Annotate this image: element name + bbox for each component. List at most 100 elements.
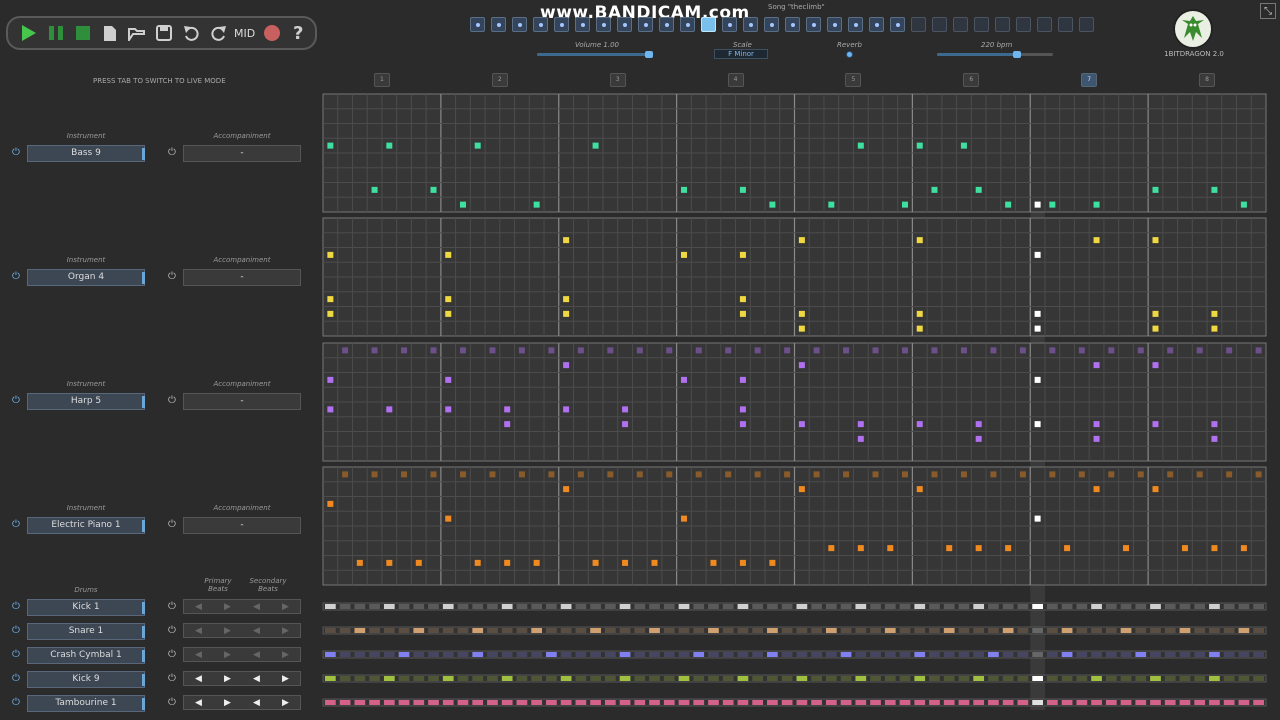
drum-step[interactable] xyxy=(560,676,572,681)
drum-step[interactable] xyxy=(1032,652,1043,657)
note[interactable] xyxy=(798,237,805,244)
drum-step[interactable] xyxy=(516,700,528,705)
drum-step[interactable] xyxy=(811,676,822,681)
drum-step[interactable] xyxy=(1076,676,1088,681)
drum-step[interactable] xyxy=(1253,652,1264,657)
drum-step[interactable] xyxy=(325,604,336,609)
drum-step[interactable] xyxy=(634,604,646,609)
drum-step[interactable] xyxy=(1046,604,1058,609)
drum-step[interactable] xyxy=(811,652,822,657)
note[interactable] xyxy=(563,362,570,369)
drum-step[interactable] xyxy=(693,604,705,609)
drum-step[interactable] xyxy=(943,628,955,633)
drum-step[interactable] xyxy=(855,676,867,681)
drum-step[interactable] xyxy=(325,700,336,705)
drum-step[interactable] xyxy=(472,628,484,633)
note[interactable] xyxy=(445,376,452,383)
note[interactable] xyxy=(651,559,658,566)
note[interactable] xyxy=(739,559,746,566)
note-ghost[interactable] xyxy=(1078,471,1085,478)
note[interactable] xyxy=(1034,310,1041,317)
note-ghost[interactable] xyxy=(1108,471,1115,478)
note[interactable] xyxy=(975,435,982,442)
drum-step[interactable] xyxy=(1076,604,1088,609)
note-ghost[interactable] xyxy=(666,471,673,478)
note[interactable] xyxy=(916,142,923,149)
drum-step[interactable] xyxy=(383,676,395,681)
drum-step[interactable] xyxy=(825,652,837,657)
note[interactable] xyxy=(1152,486,1159,493)
note[interactable] xyxy=(430,186,437,193)
drum-step[interactable] xyxy=(693,700,705,705)
drum-step[interactable] xyxy=(855,604,867,609)
note-ghost[interactable] xyxy=(725,471,732,478)
drum-step[interactable] xyxy=(825,676,837,681)
drum-step[interactable] xyxy=(354,652,366,657)
drum-step[interactable] xyxy=(840,700,852,705)
drum-step[interactable] xyxy=(1135,628,1147,633)
note[interactable] xyxy=(739,376,746,383)
drum-step[interactable] xyxy=(693,628,705,633)
drum-step[interactable] xyxy=(1032,700,1043,705)
drum-step[interactable] xyxy=(501,604,513,609)
note-ghost[interactable] xyxy=(518,347,525,354)
drum-step[interactable] xyxy=(354,676,366,681)
drum-step[interactable] xyxy=(737,652,749,657)
drum-step[interactable] xyxy=(590,676,601,681)
drum-step[interactable] xyxy=(516,676,528,681)
drum-step[interactable] xyxy=(1223,652,1235,657)
drum-step[interactable] xyxy=(501,676,513,681)
drum-step[interactable] xyxy=(752,652,764,657)
drum-step[interactable] xyxy=(1194,628,1206,633)
drum-step[interactable] xyxy=(1135,676,1147,681)
note[interactable] xyxy=(533,559,540,566)
drum-step[interactable] xyxy=(781,676,793,681)
drum-step[interactable] xyxy=(1091,652,1102,657)
drum-step[interactable] xyxy=(1150,676,1161,681)
drum-step[interactable] xyxy=(855,628,867,633)
drum-step[interactable] xyxy=(722,676,734,681)
drum-step[interactable] xyxy=(560,628,572,633)
drum-step[interactable] xyxy=(678,676,690,681)
note[interactable] xyxy=(1211,186,1218,193)
drum-step[interactable] xyxy=(1253,676,1264,681)
drum-step[interactable] xyxy=(1164,676,1176,681)
drum-step[interactable] xyxy=(619,628,631,633)
drum-step[interactable] xyxy=(752,604,764,609)
drum-step[interactable] xyxy=(663,700,675,705)
note-ghost[interactable] xyxy=(342,471,349,478)
drum-step[interactable] xyxy=(1017,604,1029,609)
drum-step[interactable] xyxy=(1002,676,1014,681)
drum-step[interactable] xyxy=(1061,700,1073,705)
note[interactable] xyxy=(857,142,864,149)
drum-step[interactable] xyxy=(781,700,793,705)
drum-step[interactable] xyxy=(604,628,616,633)
drum-step[interactable] xyxy=(1135,700,1147,705)
drum-step[interactable] xyxy=(619,604,631,609)
note[interactable] xyxy=(1152,310,1159,317)
drum-step[interactable] xyxy=(442,652,454,657)
note[interactable] xyxy=(798,362,805,369)
drum-step[interactable] xyxy=(943,676,955,681)
note[interactable] xyxy=(1211,310,1218,317)
drum-step[interactable] xyxy=(487,700,498,705)
drum-step[interactable] xyxy=(1164,652,1176,657)
drum-step[interactable] xyxy=(339,652,351,657)
drum-step[interactable] xyxy=(737,700,749,705)
drum-step[interactable] xyxy=(899,628,911,633)
drum-step[interactable] xyxy=(988,652,999,657)
drum-step[interactable] xyxy=(1238,628,1250,633)
drum-step[interactable] xyxy=(487,652,498,657)
note-ghost[interactable] xyxy=(931,347,938,354)
drum-step[interactable] xyxy=(722,628,734,633)
note[interactable] xyxy=(916,325,923,332)
drum-step[interactable] xyxy=(973,604,985,609)
drum-step[interactable] xyxy=(560,700,572,705)
note[interactable] xyxy=(902,201,909,208)
note-ghost[interactable] xyxy=(430,347,437,354)
drum-step[interactable] xyxy=(752,628,764,633)
drum-step[interactable] xyxy=(369,676,380,681)
note[interactable] xyxy=(1093,237,1100,244)
drum-step[interactable] xyxy=(604,700,616,705)
drum-step[interactable] xyxy=(796,652,808,657)
